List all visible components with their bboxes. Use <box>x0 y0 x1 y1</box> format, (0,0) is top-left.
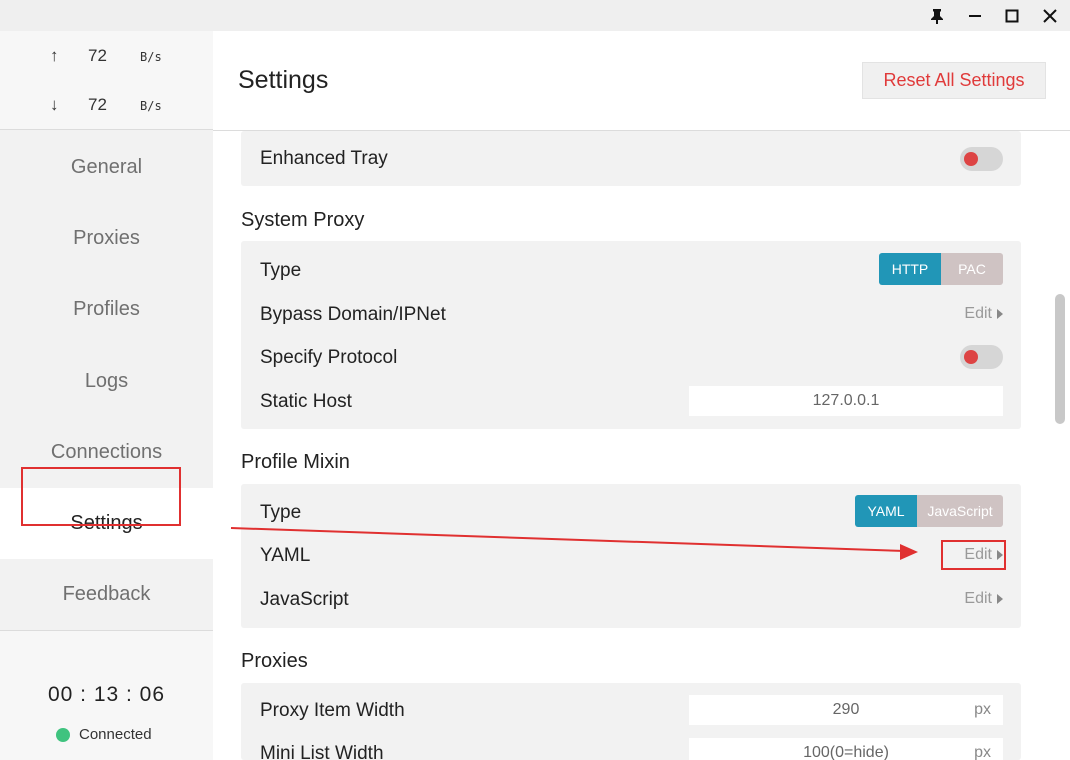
status-text: Connected <box>79 726 152 743</box>
enhanced-tray-label: Enhanced Tray <box>260 148 388 169</box>
toggle-knob <box>964 350 978 364</box>
nav-profiles[interactable]: Profiles <box>0 274 213 345</box>
specify-protocol-toggle[interactable] <box>960 345 1003 369</box>
caret-right-icon <box>997 594 1003 604</box>
profile-mixin-type-label: Type <box>260 502 302 523</box>
bypass-edit-label: Edit <box>964 305 992 322</box>
mini-list-width-input[interactable]: 100(0=hide) px <box>689 738 1003 760</box>
bypass-edit-button[interactable]: Edit <box>964 305 1003 323</box>
nav-feedback[interactable]: Feedback <box>0 559 213 630</box>
minimize-icon[interactable] <box>956 0 994 31</box>
download-unit: B/s <box>140 99 162 113</box>
system-proxy-title: System Proxy <box>241 209 365 231</box>
proxy-item-width-value: 290 <box>832 701 860 718</box>
nav-connections[interactable]: Connections <box>0 417 213 488</box>
traffic-panel: ↑ 72 B/s ↓ 72 B/s <box>0 31 213 130</box>
proxies-title: Proxies <box>241 650 308 672</box>
yaml-label: YAML <box>260 545 311 566</box>
upload-traffic: ↑ 72 B/s <box>0 41 213 71</box>
close-icon[interactable] <box>1031 0 1069 31</box>
mini-list-width-unit: px <box>974 744 991 760</box>
nav-logs[interactable]: Logs <box>0 346 213 417</box>
proxy-item-width-input[interactable]: 290 px <box>689 695 1003 725</box>
main-header: Settings Reset All Settings <box>213 31 1070 131</box>
upload-unit: B/s <box>140 50 162 64</box>
yaml-edit-label: Edit <box>964 546 992 563</box>
static-host-label: Static Host <box>260 391 352 412</box>
profile-mixin-type-segmented: YAML JavaScript <box>855 495 1003 527</box>
maximize-icon[interactable] <box>993 0 1031 31</box>
system-proxy-http-option[interactable]: HTTP <box>879 253 941 285</box>
connection-status: Connected <box>56 726 152 743</box>
upload-value: 72 <box>88 46 107 65</box>
mini-list-width-value: 100(0=hide) <box>803 744 889 760</box>
system-proxy-card: Type HTTP PAC Bypass Domain/IPNet Edit S… <box>241 241 1021 429</box>
toggle-knob <box>964 152 978 166</box>
profile-mixin-javascript-option[interactable]: JavaScript <box>917 495 1003 527</box>
profile-mixin-yaml-option[interactable]: YAML <box>855 495 917 527</box>
mini-list-width-label: Mini List Width <box>260 743 384 760</box>
nav-general[interactable]: General <box>0 132 213 203</box>
proxies-card: Proxy Item Width 290 px Mini List Width … <box>241 683 1021 760</box>
system-proxy-type-segmented: HTTP PAC <box>879 253 1003 285</box>
page-title: Settings <box>238 66 329 94</box>
download-value: 72 <box>88 95 107 114</box>
title-bar <box>0 0 1070 31</box>
javascript-label: JavaScript <box>260 589 349 610</box>
enhanced-tray-toggle[interactable] <box>960 147 1003 171</box>
javascript-edit-label: Edit <box>964 590 992 607</box>
static-host-input[interactable]: 127.0.0.1 <box>689 386 1003 416</box>
yaml-edit-button[interactable]: Edit <box>964 546 1003 564</box>
sidebar: ↑ 72 B/s ↓ 72 B/s General Proxies Profil… <box>0 31 213 760</box>
reset-all-settings-button[interactable]: Reset All Settings <box>862 62 1046 99</box>
proxy-item-width-unit: px <box>974 701 991 718</box>
specify-protocol-label: Specify Protocol <box>260 347 398 368</box>
general-card: Enhanced Tray <box>241 131 1021 186</box>
system-proxy-pac-option[interactable]: PAC <box>941 253 1003 285</box>
proxy-item-width-label: Proxy Item Width <box>260 700 405 721</box>
download-traffic: ↓ 72 B/s <box>0 90 213 120</box>
profile-mixin-card: Type YAML JavaScript YAML Edit JavaScrip… <box>241 484 1021 628</box>
caret-right-icon <box>997 550 1003 560</box>
static-host-value: 127.0.0.1 <box>812 392 880 409</box>
profile-mixin-title: Profile Mixin <box>241 451 350 473</box>
status-dot-icon <box>56 727 70 742</box>
caret-right-icon <box>997 309 1003 319</box>
uptime-clock: 00 : 13 : 06 <box>47 683 166 706</box>
upload-arrow-icon: ↑ <box>50 46 59 65</box>
scrollbar-thumb[interactable] <box>1055 294 1065 424</box>
nav-proxies[interactable]: Proxies <box>0 203 213 274</box>
pin-icon[interactable] <box>918 0 956 31</box>
download-arrow-icon: ↓ <box>50 95 59 114</box>
javascript-edit-button[interactable]: Edit <box>964 590 1003 608</box>
system-proxy-type-label: Type <box>260 260 302 281</box>
nav-settings[interactable]: Settings <box>0 488 213 559</box>
bypass-domain-label: Bypass Domain/IPNet <box>260 304 446 325</box>
status-panel: 00 : 13 : 06 Connected <box>0 630 213 760</box>
